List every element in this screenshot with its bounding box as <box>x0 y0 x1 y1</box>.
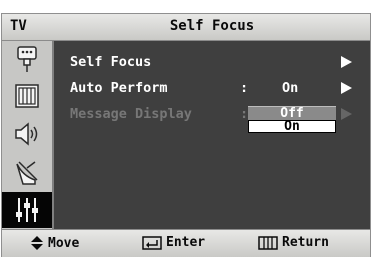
menu-item-self-focus[interactable]: Self Focus <box>54 50 370 74</box>
menu-item-auto-perform[interactable]: Auto Perform : On <box>54 76 370 100</box>
separator: : <box>240 80 249 96</box>
menu-return-icon <box>258 235 278 250</box>
help-enter-label: Enter <box>166 235 206 250</box>
help-move: Move <box>30 235 79 251</box>
title-bar: TV Self Focus <box>2 14 370 41</box>
osd-screen: TV Self Focus Self Focus Auto Perform: … <box>0 0 374 264</box>
menu-item-label: Auto Perform <box>70 80 168 96</box>
sidebar-item-input[interactable] <box>2 41 52 77</box>
sidebar-item-channel[interactable] <box>2 154 52 190</box>
menu-item-label: Message Display <box>70 106 192 122</box>
channel-icon <box>16 161 38 185</box>
menu-item-label: Self Focus <box>70 54 152 70</box>
sidebar <box>2 41 54 229</box>
input-icon <box>17 46 37 72</box>
help-return-label: Return <box>282 235 329 250</box>
sound-icon <box>15 122 38 146</box>
enter-icon <box>142 235 162 250</box>
sidebar-item-sound[interactable] <box>2 116 52 152</box>
separator: : <box>240 106 249 122</box>
help-bar: Move Enter Return <box>2 229 370 257</box>
help-enter: Enter <box>142 235 205 250</box>
tv-tab-label: TV <box>10 18 27 34</box>
picture-icon <box>15 84 39 108</box>
up-down-arrow-icon <box>31 236 43 250</box>
menu-item-value: On <box>282 80 299 96</box>
arrow-right-icon <box>341 82 352 94</box>
menu-panel: Self Focus Auto Perform : On Message Dis… <box>54 41 370 229</box>
sidebar-item-setup[interactable] <box>2 192 52 228</box>
help-move-label: Move <box>48 235 80 251</box>
arrow-right-icon <box>341 108 352 120</box>
arrow-right-icon <box>341 56 352 68</box>
setup-icon <box>16 198 38 222</box>
page-title: Self Focus <box>169 18 255 34</box>
help-return: Return <box>258 235 329 250</box>
sidebar-item-picture[interactable] <box>2 78 52 114</box>
dropdown-option-off[interactable]: Off <box>248 106 336 120</box>
dropdown-option-on[interactable]: On <box>248 120 336 133</box>
message-display-dropdown[interactable]: Off On <box>248 106 336 133</box>
